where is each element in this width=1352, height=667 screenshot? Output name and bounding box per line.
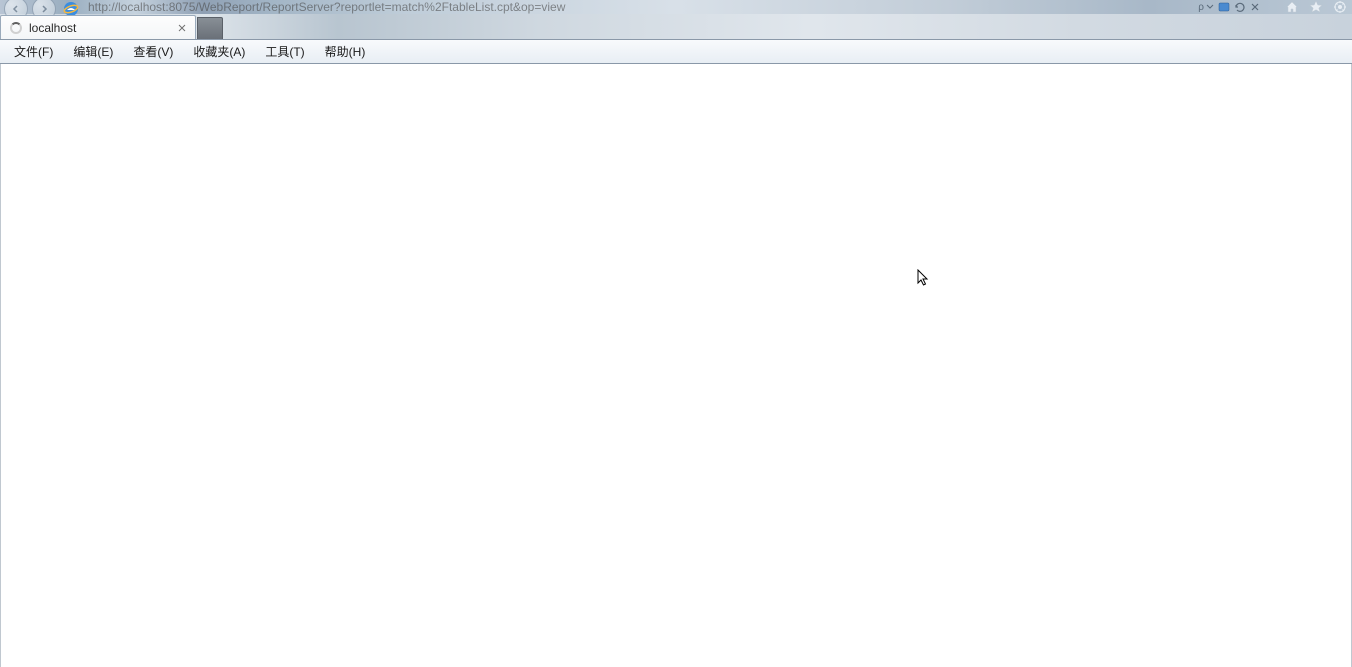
search-dropdown[interactable]: ρ bbox=[1198, 2, 1214, 13]
tab-loading-icon bbox=[9, 21, 23, 35]
browser-titlebar: http://localhost:8075/WebReport/ReportSe… bbox=[0, 0, 1352, 14]
home-icon[interactable] bbox=[1284, 0, 1300, 15]
menu-view[interactable]: 查看(V) bbox=[123, 40, 183, 63]
menu-favorites[interactable]: 收藏夹(A) bbox=[183, 40, 255, 63]
forward-button[interactable] bbox=[30, 0, 58, 14]
stop-icon[interactable] bbox=[1250, 2, 1260, 12]
refresh-icon[interactable] bbox=[1234, 1, 1246, 13]
menubar: 文件(F) 编辑(E) 查看(V) 收藏夹(A) 工具(T) 帮助(H) bbox=[0, 40, 1352, 64]
menu-help[interactable]: 帮助(H) bbox=[315, 40, 376, 63]
menu-file[interactable]: 文件(F) bbox=[4, 40, 63, 63]
arrow-right-icon bbox=[39, 4, 49, 14]
compat-icon[interactable] bbox=[1218, 1, 1230, 13]
new-tab-button[interactable] bbox=[197, 17, 223, 39]
page-content bbox=[0, 64, 1352, 667]
nav-buttons: http://localhost:8075/WebReport/ReportSe… bbox=[0, 0, 565, 14]
menu-edit[interactable]: 编辑(E) bbox=[63, 40, 123, 63]
titlebar-icons bbox=[1284, 0, 1348, 15]
cursor-icon bbox=[917, 269, 931, 289]
tab-strip: localhost bbox=[0, 14, 1352, 40]
url-display[interactable]: http://localhost:8075/WebReport/ReportSe… bbox=[88, 0, 565, 14]
back-button[interactable] bbox=[2, 0, 30, 14]
favorites-icon[interactable] bbox=[1308, 0, 1324, 15]
chevron-down-icon bbox=[1206, 4, 1214, 10]
tools-icon[interactable] bbox=[1332, 0, 1348, 15]
tab-close-button[interactable] bbox=[175, 21, 189, 35]
browser-tab[interactable]: localhost bbox=[0, 15, 196, 39]
titlebar-right: ρ bbox=[1198, 0, 1352, 14]
arrow-left-icon bbox=[11, 4, 21, 14]
tab-title: localhost bbox=[29, 21, 175, 35]
menu-tools[interactable]: 工具(T) bbox=[255, 40, 314, 63]
close-icon bbox=[178, 24, 186, 32]
